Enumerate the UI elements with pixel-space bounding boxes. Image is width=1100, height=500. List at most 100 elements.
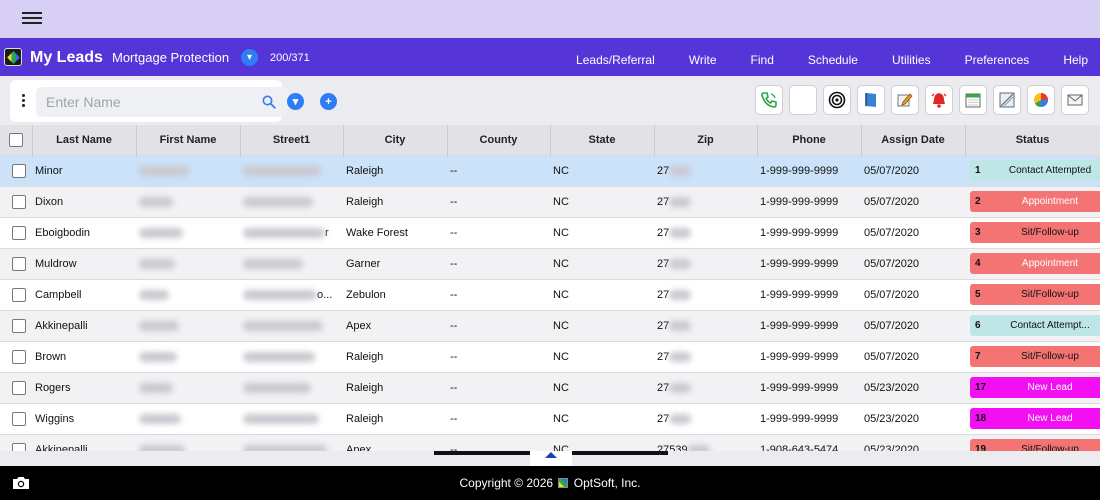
email-button[interactable] — [1061, 85, 1089, 115]
search-icon[interactable] — [262, 95, 276, 109]
filter-chevron-down-icon[interactable]: ▾ — [287, 93, 304, 110]
column-header-first-name[interactable]: First Name — [136, 125, 241, 155]
table-row[interactable]: Wiggins Raleigh -- NC 27 1-999-999-9999 05/23/… — [0, 402, 1100, 434]
cell-zip: 27 — [654, 185, 757, 217]
row-checkbox[interactable] — [12, 380, 26, 395]
column-header-state[interactable]: State — [550, 125, 655, 155]
menu-schedule[interactable]: Schedule — [791, 38, 875, 76]
menu-utilities[interactable]: Utilities — [875, 38, 948, 76]
row-select-cell[interactable] — [0, 216, 32, 248]
cell-status[interactable]: 17 New Lead — [965, 371, 1100, 403]
edit-button[interactable] — [891, 85, 919, 115]
table-row[interactable]: Muldrow Garner -- NC 27 1-999-999-9999 05/07/2… — [0, 247, 1100, 279]
add-lead-button[interactable]: + — [320, 93, 337, 110]
notebook-button[interactable] — [857, 85, 885, 115]
row-select-cell[interactable] — [0, 340, 32, 372]
cell-status[interactable]: 5 Sit/Follow-up — [965, 278, 1100, 310]
row-select-cell[interactable] — [0, 185, 32, 217]
menu-write[interactable]: Write — [672, 38, 734, 76]
cell-status[interactable]: 6 Contact Attempt... — [965, 309, 1100, 341]
campaign-name[interactable]: Mortgage Protection — [112, 50, 229, 65]
row-select-cell[interactable] — [0, 154, 32, 186]
cell-assign-date: 05/07/2020 — [861, 185, 965, 217]
cell-state: NC — [550, 309, 654, 341]
cell-status[interactable]: 19 Sit/Follow-up — [965, 433, 1100, 451]
redacted-street — [243, 351, 315, 362]
row-select-cell[interactable] — [0, 309, 32, 341]
row-checkbox[interactable] — [12, 225, 26, 240]
alarm-button[interactable] — [925, 85, 953, 115]
column-header-city[interactable]: City — [343, 125, 448, 155]
cell-status[interactable]: 4 Appointment — [965, 247, 1100, 279]
column-header-street1[interactable]: Street1 — [240, 125, 344, 155]
cell-status[interactable]: 3 Sit/Follow-up — [965, 216, 1100, 248]
scroll-handle[interactable] — [530, 451, 572, 466]
table-row[interactable]: Akkinepalli Apex -- NC 27 1-999-999-9999 05/07… — [0, 309, 1100, 341]
table-row[interactable]: Eboigbodin r Wake Forest -- NC 27 1-999-999-99… — [0, 216, 1100, 248]
row-select-cell[interactable] — [0, 402, 32, 434]
row-select-cell[interactable] — [0, 278, 32, 310]
cell-status[interactable]: 1 Contact Attempted — [965, 154, 1100, 186]
target-button[interactable] — [823, 85, 851, 115]
menu-find[interactable]: Find — [734, 38, 791, 76]
phone-button[interactable] — [755, 85, 783, 115]
cell-zip: 27 — [654, 371, 757, 403]
row-checkbox[interactable] — [12, 442, 26, 451]
row-checkbox[interactable] — [12, 411, 26, 426]
cell-status[interactable]: 2 Appointment — [965, 185, 1100, 217]
row-checkbox[interactable] — [12, 318, 26, 333]
select-all-header[interactable] — [0, 125, 33, 155]
column-header-county[interactable]: County — [447, 125, 551, 155]
cell-assign-date: 05/23/2020 — [861, 402, 965, 434]
table-row[interactable]: Minor Raleigh -- NC 27 1-999-999-9999 05/07/20… — [0, 154, 1100, 186]
table-row[interactable]: Akkinepalli Apex -- NC 27539 1-908-643-5474 05… — [0, 433, 1100, 451]
row-checkbox[interactable] — [12, 256, 26, 271]
status-text: Contact Attempted — [1008, 165, 1092, 176]
menu-help[interactable]: Help — [1046, 38, 1088, 76]
table-row[interactable]: Brown Raleigh -- NC 27 1-999-999-9999 05/07/20… — [0, 340, 1100, 372]
table-row[interactable]: Campbell o... Zebulon -- NC 27 1-999-999-9999 0… — [0, 278, 1100, 310]
row-checkbox[interactable] — [12, 194, 26, 209]
status-text: Sit/Follow-up — [1021, 444, 1079, 451]
chart-button[interactable] — [1027, 85, 1055, 115]
cell-assign-date: 05/07/2020 — [861, 340, 965, 372]
cell-status[interactable]: 7 Sit/Follow-up — [965, 340, 1100, 372]
cell-county: -- — [447, 185, 550, 217]
row-select-cell[interactable] — [0, 247, 32, 279]
search-input[interactable] — [36, 87, 288, 117]
cell-assign-date: 05/07/2020 — [861, 216, 965, 248]
cell-first-name — [136, 185, 240, 217]
campaign-chevron-down-icon[interactable]: ▾ — [241, 49, 258, 66]
calendar-button[interactable] — [959, 85, 987, 115]
cell-street1 — [240, 433, 343, 451]
row-checkbox[interactable] — [12, 349, 26, 364]
cell-assign-date: 05/23/2020 — [861, 371, 965, 403]
menu-leads-referral[interactable]: Leads/Referral — [559, 38, 672, 76]
cell-assign-date: 05/23/2020 — [861, 433, 965, 451]
column-header-assign-date[interactable]: Assign Date — [861, 125, 966, 155]
cell-phone: 1-999-999-9999 — [757, 371, 861, 403]
image-button[interactable] — [993, 85, 1021, 115]
hamburger-menu-icon[interactable] — [22, 12, 42, 26]
cell-city: Apex — [343, 309, 447, 341]
blank-button[interactable] — [789, 85, 817, 115]
redacted-street — [243, 413, 319, 424]
status-badge: 17 New Lead — [970, 377, 1100, 398]
cell-state: NC — [550, 402, 654, 434]
row-checkbox[interactable] — [12, 287, 26, 302]
column-header-zip[interactable]: Zip — [654, 125, 758, 155]
kebab-menu-icon[interactable] — [22, 94, 25, 109]
column-header-phone[interactable]: Phone — [757, 125, 862, 155]
select-all-checkbox[interactable] — [9, 132, 23, 147]
row-checkbox[interactable] — [12, 163, 26, 178]
column-header-last-name[interactable]: Last Name — [32, 125, 137, 155]
table-row[interactable]: Rogers Raleigh -- NC 27 1-999-999-9999 05/23/2… — [0, 371, 1100, 403]
menu-preferences[interactable]: Preferences — [948, 38, 1047, 76]
cell-county: -- — [447, 402, 550, 434]
cell-phone: 1-999-999-9999 — [757, 216, 861, 248]
row-select-cell[interactable] — [0, 433, 32, 451]
column-header-status[interactable]: Status — [965, 125, 1100, 155]
table-row[interactable]: Dixon Raleigh -- NC 27 1-999-999-9999 05/07/20… — [0, 185, 1100, 217]
cell-status[interactable]: 18 New Lead — [965, 402, 1100, 434]
row-select-cell[interactable] — [0, 371, 32, 403]
